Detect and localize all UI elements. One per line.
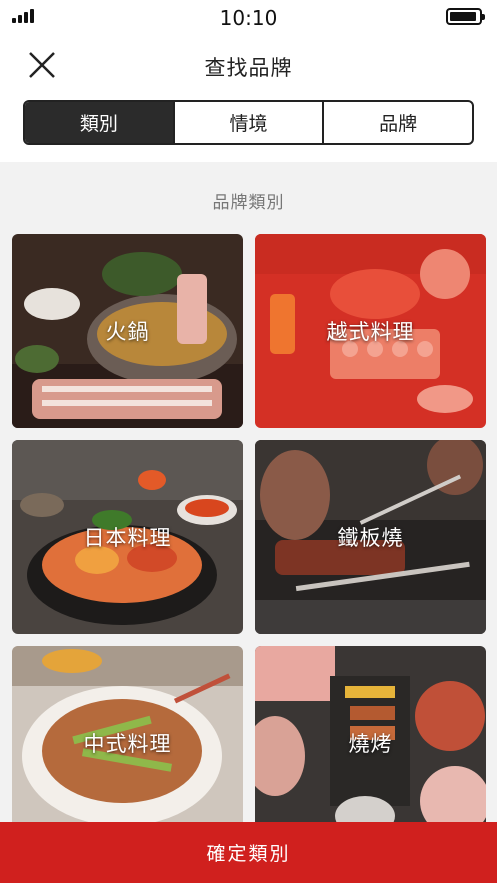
battery-icon (446, 8, 485, 25)
category-label: 中式料理 (83, 732, 172, 756)
category-label: 火鍋 (105, 320, 150, 344)
category-card-chinese[interactable]: 中式料理 (12, 646, 243, 822)
category-label: 越式料理 (326, 320, 415, 344)
tab-category[interactable]: 類別 (25, 102, 175, 143)
page-title: 查找品牌 (204, 56, 293, 80)
category-card-hotpot[interactable]: 火鍋 (12, 234, 243, 428)
category-card-bbq[interactable]: 燒烤 (255, 646, 486, 822)
category-card-vietnamese[interactable]: 越式料理 (255, 234, 486, 428)
status-bar: 10:10 (0, 0, 497, 34)
section-title: 品牌類別 (212, 193, 285, 213)
tab-scenario[interactable]: 情境 (175, 102, 325, 143)
category-card-japanese[interactable]: 日本料理 (12, 440, 243, 634)
tab-bar: 類別 情境 品牌 (23, 100, 474, 145)
category-label: 日本料理 (83, 526, 172, 550)
navbar: 查找品牌 (0, 40, 497, 92)
status-time: 10:10 (219, 6, 278, 30)
category-label: 鐵板燒 (337, 526, 404, 550)
confirm-category-button[interactable]: 確定類別 (0, 822, 497, 883)
category-card-teppanyaki[interactable]: 鐵板燒 (255, 440, 486, 634)
tab-brand[interactable]: 品牌 (324, 102, 472, 143)
category-panel: 品牌類別 火鍋 越式料理 日本料理 鐵板燒 中式料理 燒烤 (0, 162, 497, 822)
category-label: 燒烤 (348, 732, 393, 756)
